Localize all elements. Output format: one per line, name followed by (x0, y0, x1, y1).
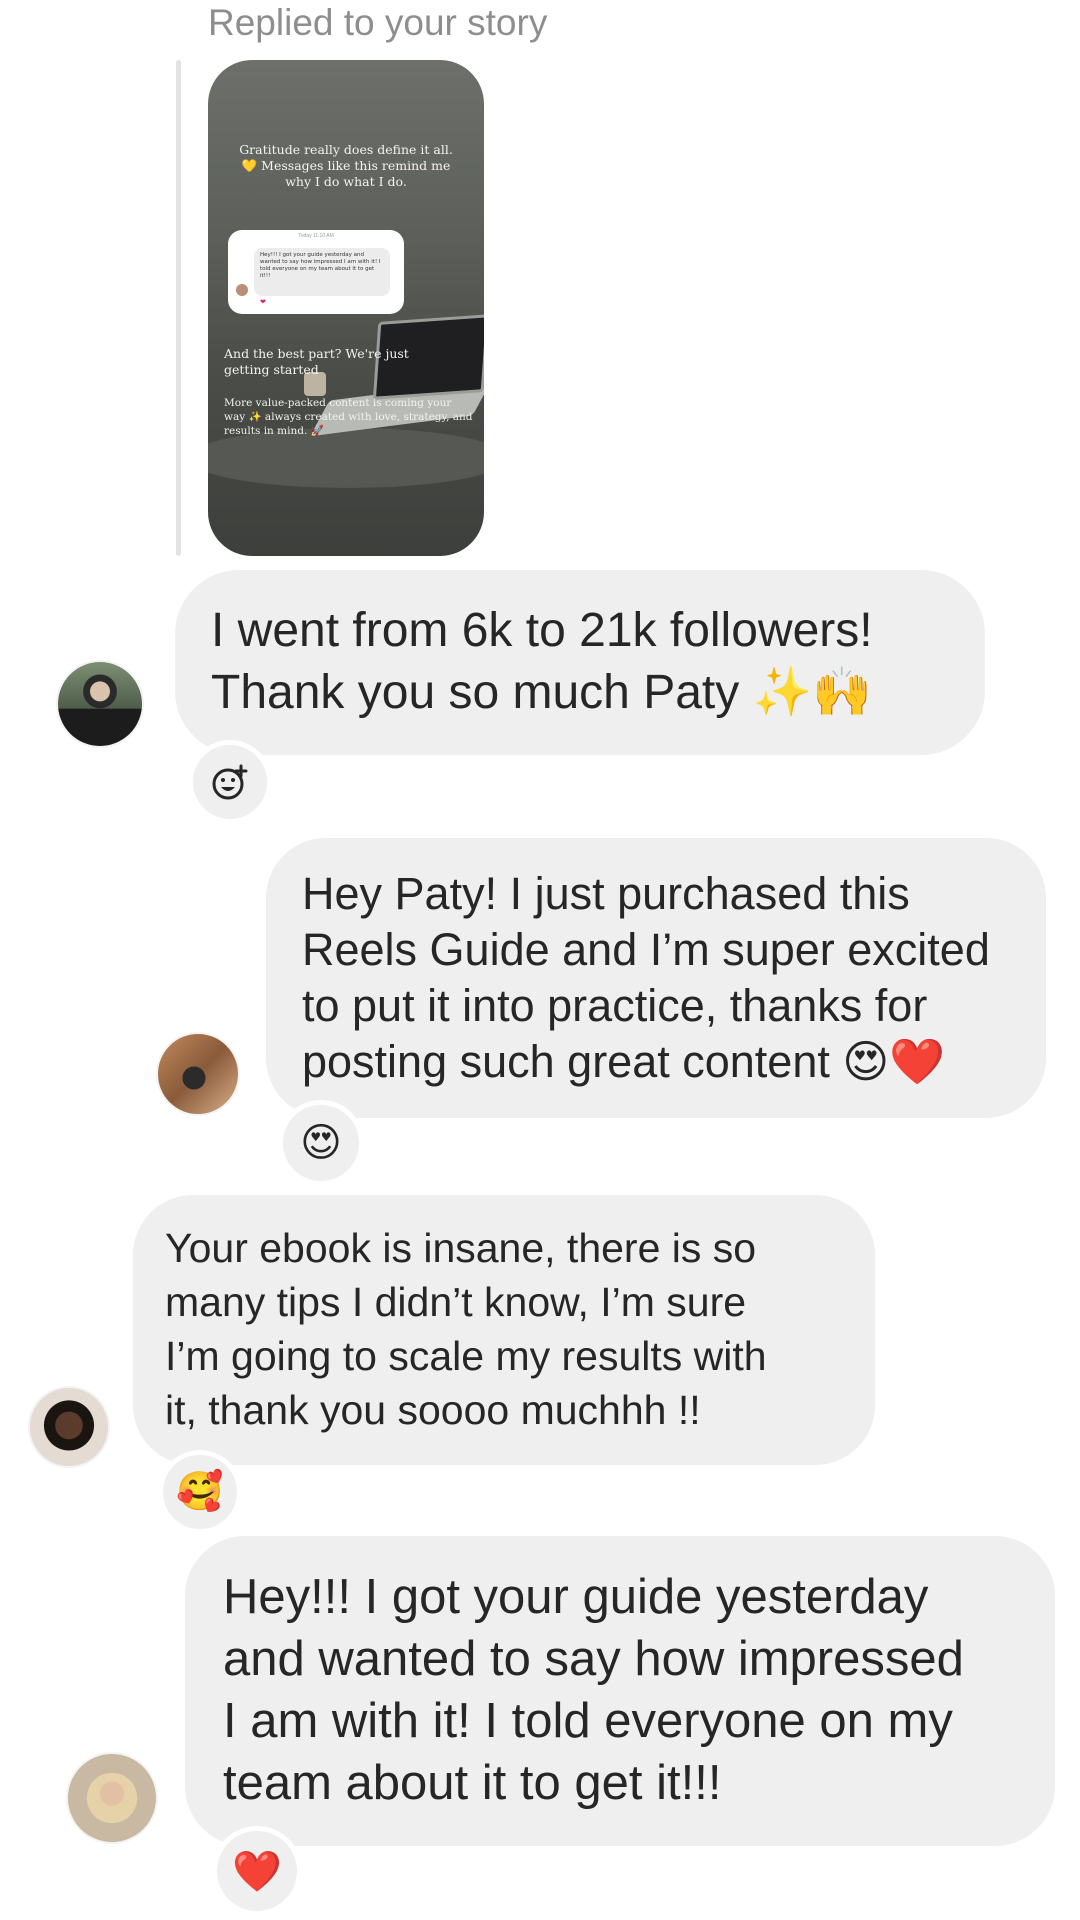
add-reaction-button[interactable] (188, 740, 272, 824)
red-heart-emoji-icon: ❤️ (232, 1849, 282, 1894)
story-mid-text: And the best part? We're just getting st… (224, 346, 409, 377)
reaction-badge[interactable]: 🥰 (158, 1450, 242, 1534)
message-bubble[interactable]: Hey Paty! I just purchased this Reels Gu… (266, 838, 1046, 1118)
story-preview[interactable]: Gratitude really does define it all. 💛 M… (208, 60, 484, 556)
story-mini-dm: Today 11:10 AM Hey!!! I got your guide y… (228, 230, 404, 314)
heart-eyes-emoji-icon: 😍 (300, 1121, 342, 1165)
story-mini-dm-avatar (236, 284, 248, 296)
sender-avatar[interactable] (56, 660, 144, 748)
message-text: Your ebook is insane, there is so many t… (165, 1225, 767, 1433)
message-bubble[interactable]: I went from 6k to 21k followers! Thank y… (175, 570, 985, 755)
story-mini-dm-text: Hey!!! I got your guide yesterday and wa… (254, 248, 390, 296)
reaction-badge[interactable]: ❤️ (212, 1826, 302, 1916)
smiling-hearts-emoji-icon: 🥰 (176, 1471, 224, 1513)
message-bubble[interactable]: Hey!!! I got your guide yesterday and wa… (185, 1536, 1055, 1846)
sender-avatar[interactable] (156, 1032, 240, 1116)
message-text: Hey!!! I got your guide yesterday and wa… (223, 1570, 964, 1810)
replied-to-story-label: Replied to your story (208, 2, 548, 43)
message-text: Hey Paty! I just purchased this Reels Gu… (302, 868, 990, 1087)
story-mini-heart-icon: ❤ (260, 299, 266, 306)
story-bottom-text: More value-packed content is coming your… (224, 397, 473, 437)
sender-avatar[interactable] (28, 1386, 110, 1468)
story-mini-dm-time: Today 11:10 AM (298, 233, 334, 239)
add-reaction-icon (212, 764, 248, 800)
message-bubble[interactable]: Your ebook is insane, there is so many t… (133, 1195, 875, 1465)
message-text: I went from 6k to 21k followers! Thank y… (211, 604, 873, 719)
reaction-badge[interactable]: 😍 (278, 1100, 364, 1186)
sender-avatar[interactable] (66, 1752, 158, 1844)
reply-indicator-bar (176, 60, 181, 556)
story-top-text: Gratitude really does define it all. 💛 M… (239, 142, 453, 189)
